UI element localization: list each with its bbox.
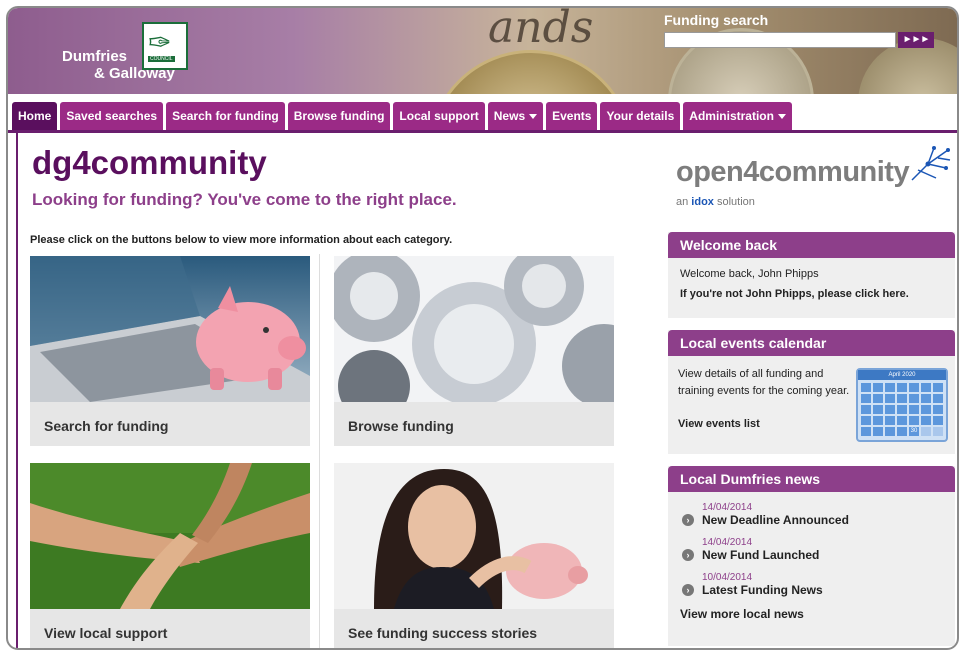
woman-piggy-bank-image [334,463,614,609]
news-panel: Local Dumfries news 14/04/2014 › New Dead… [668,466,955,646]
linked-hands-image [30,463,310,609]
page-title: dg4community [32,144,267,181]
tab-label: Saved searches [66,109,158,123]
tab-label: Your details [606,109,675,123]
chevron-down-icon [529,114,538,120]
welcome-panel-title: Welcome back [668,232,955,258]
tab-home[interactable]: Home [12,102,58,130]
news-panel-title: Local Dumfries news [668,466,955,492]
tab-local-support[interactable]: Local support [393,102,485,130]
tab-label: Events [552,109,592,123]
column-divider [319,254,320,648]
calendar-grid: 30 [858,380,946,439]
left-accent-bar [16,130,18,648]
arrow-right-icon: › [682,584,694,596]
org-name-line1: Dumfries [62,48,128,65]
not-user-link[interactable]: If you're not John Phipps, please click … [668,280,955,300]
news-title: Latest Funding News [702,583,823,597]
card-label: See funding success stories [348,625,538,641]
tab-browse-funding[interactable]: Browse funding [287,102,391,130]
tagline-suffix: solution [713,196,755,208]
welcome-panel: Welcome back Welcome back, John Phipps I… [668,232,955,318]
events-panel: Local events calendar View details of al… [668,330,955,454]
news-date: 14/04/2014 [702,537,753,548]
gears-image [334,256,614,402]
main-nav: Home Saved searches Search for funding B… [8,94,957,133]
coin-image [428,50,634,94]
news-item[interactable]: › Latest Funding News [668,583,955,597]
org-name-line2: & Galloway [94,65,175,82]
card-see-funding-success-stories[interactable]: See funding success stories [334,463,614,648]
calendar-day: 30 [909,427,919,436]
intro-text: Please click on the buttons below to vie… [30,234,453,246]
welcome-text: Welcome back, John Phipps [680,268,819,280]
news-item[interactable]: › New Deadline Announced [668,513,955,527]
news-date: 14/04/2014 [702,502,753,513]
card-label: Browse funding [348,418,454,434]
banknote-image: ands [488,8,594,53]
funding-search: Funding search ►►► [656,8,957,94]
council-logo-caption: COUNCIL [148,56,175,62]
news-date: 10/04/2014 [702,572,753,583]
tab-saved-searches[interactable]: Saved searches [60,102,164,130]
tab-administration[interactable]: Administration [683,102,792,130]
card-label: Search for funding [44,418,169,434]
tagline-prefix: an [676,196,692,208]
piggy-bank-laptop-image [30,256,310,402]
tagline-brand: idox [691,196,714,208]
open4community-logo: open4community [676,156,910,188]
calendar-month: April 2020 [858,370,946,380]
events-panel-title: Local events calendar [668,330,955,356]
tab-label: Browse funding [293,109,385,123]
funding-search-title: Funding search [664,12,769,28]
card-view-local-support[interactable]: View local support [30,463,310,648]
view-more-news-link[interactable]: View more local news [668,607,955,621]
card-label: View local support [44,625,168,641]
browser-frame: ands ✑ COUNCIL Dumfries & Galloway Fundi… [6,6,959,650]
council-logo[interactable]: ✑ COUNCIL [142,22,188,70]
chevron-down-icon [777,114,786,120]
network-logo-icon [911,146,951,181]
tab-label: News [493,109,526,123]
funding-search-button[interactable]: ►►► [898,32,934,48]
page-subtitle: Looking for funding? You've come to the … [32,190,457,209]
open4community-tagline: an idox solution [676,196,755,208]
news-item[interactable]: › New Fund Launched [668,548,955,562]
tab-label: Local support [399,109,479,123]
tab-label: Administration [689,109,774,123]
news-title: New Fund Launched [702,548,820,562]
funding-search-input[interactable] [664,32,896,48]
tab-news[interactable]: News [487,102,544,130]
tab-events[interactable]: Events [546,102,598,130]
tab-label: Search for funding [172,109,279,123]
site-header: ands ✑ COUNCIL Dumfries & Galloway Fundi… [8,8,957,94]
council-logo-icon: ✑ [148,26,172,59]
card-search-for-funding[interactable]: Search for funding [30,256,310,446]
news-list: 14/04/2014 › New Deadline Announced 14/04… [668,492,955,621]
tab-search-for-funding[interactable]: Search for funding [166,102,285,130]
events-text: View details of all funding and training… [678,368,850,397]
tab-your-details[interactable]: Your details [600,102,681,130]
arrow-right-icon: › [682,549,694,561]
news-title: New Deadline Announced [702,513,849,527]
card-browse-funding[interactable]: Browse funding [334,256,614,446]
arrow-right-icon: › [682,514,694,526]
tab-label: Home [18,109,52,123]
calendar-icon: April 2020 30 [856,368,948,442]
view-events-link[interactable]: View events list [678,418,760,430]
